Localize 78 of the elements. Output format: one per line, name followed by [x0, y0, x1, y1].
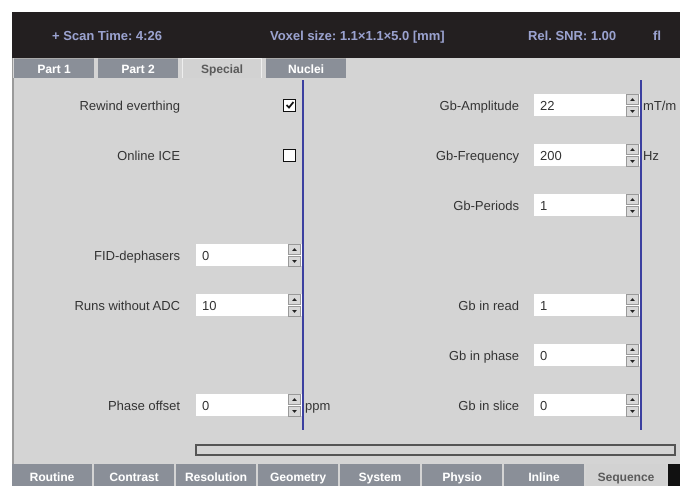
spin-down-button[interactable]	[288, 306, 301, 316]
snr-value: Rel. SNR: 1.00	[528, 28, 618, 42]
spin-up-button[interactable]	[626, 94, 639, 104]
field-label: FID-dephasers	[94, 248, 180, 262]
field-label: Gb-Periods	[453, 198, 519, 212]
spin-up-button[interactable]	[288, 394, 301, 404]
number-field[interactable]: 1	[534, 294, 640, 316]
spin-down-button[interactable]	[288, 256, 301, 266]
down-arrow-icon	[292, 310, 297, 312]
field-label: Gb in slice	[458, 398, 519, 412]
tab[interactable]: System	[340, 464, 420, 486]
spin-up-button[interactable]	[626, 144, 639, 154]
number-field[interactable]: 22	[534, 94, 640, 116]
field-label: Online ICE	[117, 148, 180, 162]
spin-down-button[interactable]	[626, 406, 639, 416]
checkmark-icon	[284, 100, 294, 110]
tab[interactable]: Contrast	[94, 464, 174, 486]
field-label: Gb-Amplitude	[440, 98, 519, 112]
tab[interactable]: Nuclei	[266, 58, 346, 78]
field-label: Gb in phase	[448, 348, 519, 362]
down-arrow-icon	[292, 410, 297, 412]
number-field[interactable]: 10	[196, 294, 302, 316]
down-arrow-icon	[630, 210, 635, 212]
down-arrow-icon	[630, 110, 635, 112]
up-arrow-icon	[292, 248, 297, 250]
number-field[interactable]: 1	[534, 194, 640, 216]
number-field[interactable]: 0	[196, 394, 302, 416]
sequence-type: fl	[653, 28, 661, 42]
number-field[interactable]: 200	[534, 144, 640, 166]
down-arrow-icon	[630, 360, 635, 362]
voxel-size: Voxel size: 1.1×1.1×5.0 [mm]	[270, 28, 446, 42]
spin-up-button[interactable]	[626, 344, 639, 354]
up-arrow-icon	[630, 98, 635, 100]
spin-up-button[interactable]	[626, 394, 639, 404]
checkbox[interactable]	[283, 98, 296, 112]
field-label: Phase offset	[108, 398, 180, 412]
up-arrow-icon	[630, 198, 635, 200]
spin-up-button[interactable]	[288, 294, 301, 304]
up-arrow-icon	[630, 148, 635, 150]
tab[interactable]: Routine	[12, 464, 92, 486]
tab[interactable]: Geometry	[258, 464, 338, 486]
unit-label: Hz	[643, 148, 659, 162]
up-arrow-icon	[630, 298, 635, 300]
tab[interactable]: Inline	[504, 464, 584, 486]
spin-up-button[interactable]	[626, 294, 639, 304]
down-arrow-icon	[630, 410, 635, 412]
down-arrow-icon	[630, 310, 635, 312]
field-label: Gb in read	[458, 298, 519, 312]
number-field[interactable]: 0	[534, 394, 640, 416]
up-arrow-icon	[292, 398, 297, 400]
spin-up-button[interactable]	[288, 244, 301, 254]
unit-label: ppm	[305, 398, 330, 412]
number-field[interactable]: 0	[196, 244, 302, 266]
down-arrow-icon	[630, 160, 635, 162]
up-arrow-icon	[630, 348, 635, 350]
tab[interactable]: Part 1	[14, 58, 94, 78]
down-arrow-icon	[292, 260, 297, 262]
field-label: Runs without ADC	[74, 298, 180, 312]
number-field[interactable]: 0	[534, 344, 640, 366]
field-label: Rewind everthing	[80, 98, 180, 112]
spin-down-button[interactable]	[626, 356, 639, 366]
tab[interactable]: Physio	[422, 464, 502, 486]
spin-down-button[interactable]	[626, 156, 639, 166]
scan-time: + Scan Time: 4:26	[52, 28, 163, 42]
tab-strip-end	[668, 464, 680, 486]
spin-down-button[interactable]	[288, 406, 301, 416]
spin-down-button[interactable]	[626, 306, 639, 316]
tab[interactable]: Part 2	[98, 58, 178, 78]
tab[interactable]: Resolution	[176, 464, 256, 486]
checkbox[interactable]	[283, 148, 296, 162]
unit-label: mT/m	[643, 98, 676, 112]
field-label: Gb-Frequency	[436, 148, 519, 162]
spin-up-button[interactable]	[626, 194, 639, 204]
up-arrow-icon	[630, 398, 635, 400]
up-arrow-icon	[292, 298, 297, 300]
tab[interactable]: Special	[182, 58, 262, 78]
spin-down-button[interactable]	[626, 106, 639, 116]
spin-down-button[interactable]	[626, 206, 639, 216]
